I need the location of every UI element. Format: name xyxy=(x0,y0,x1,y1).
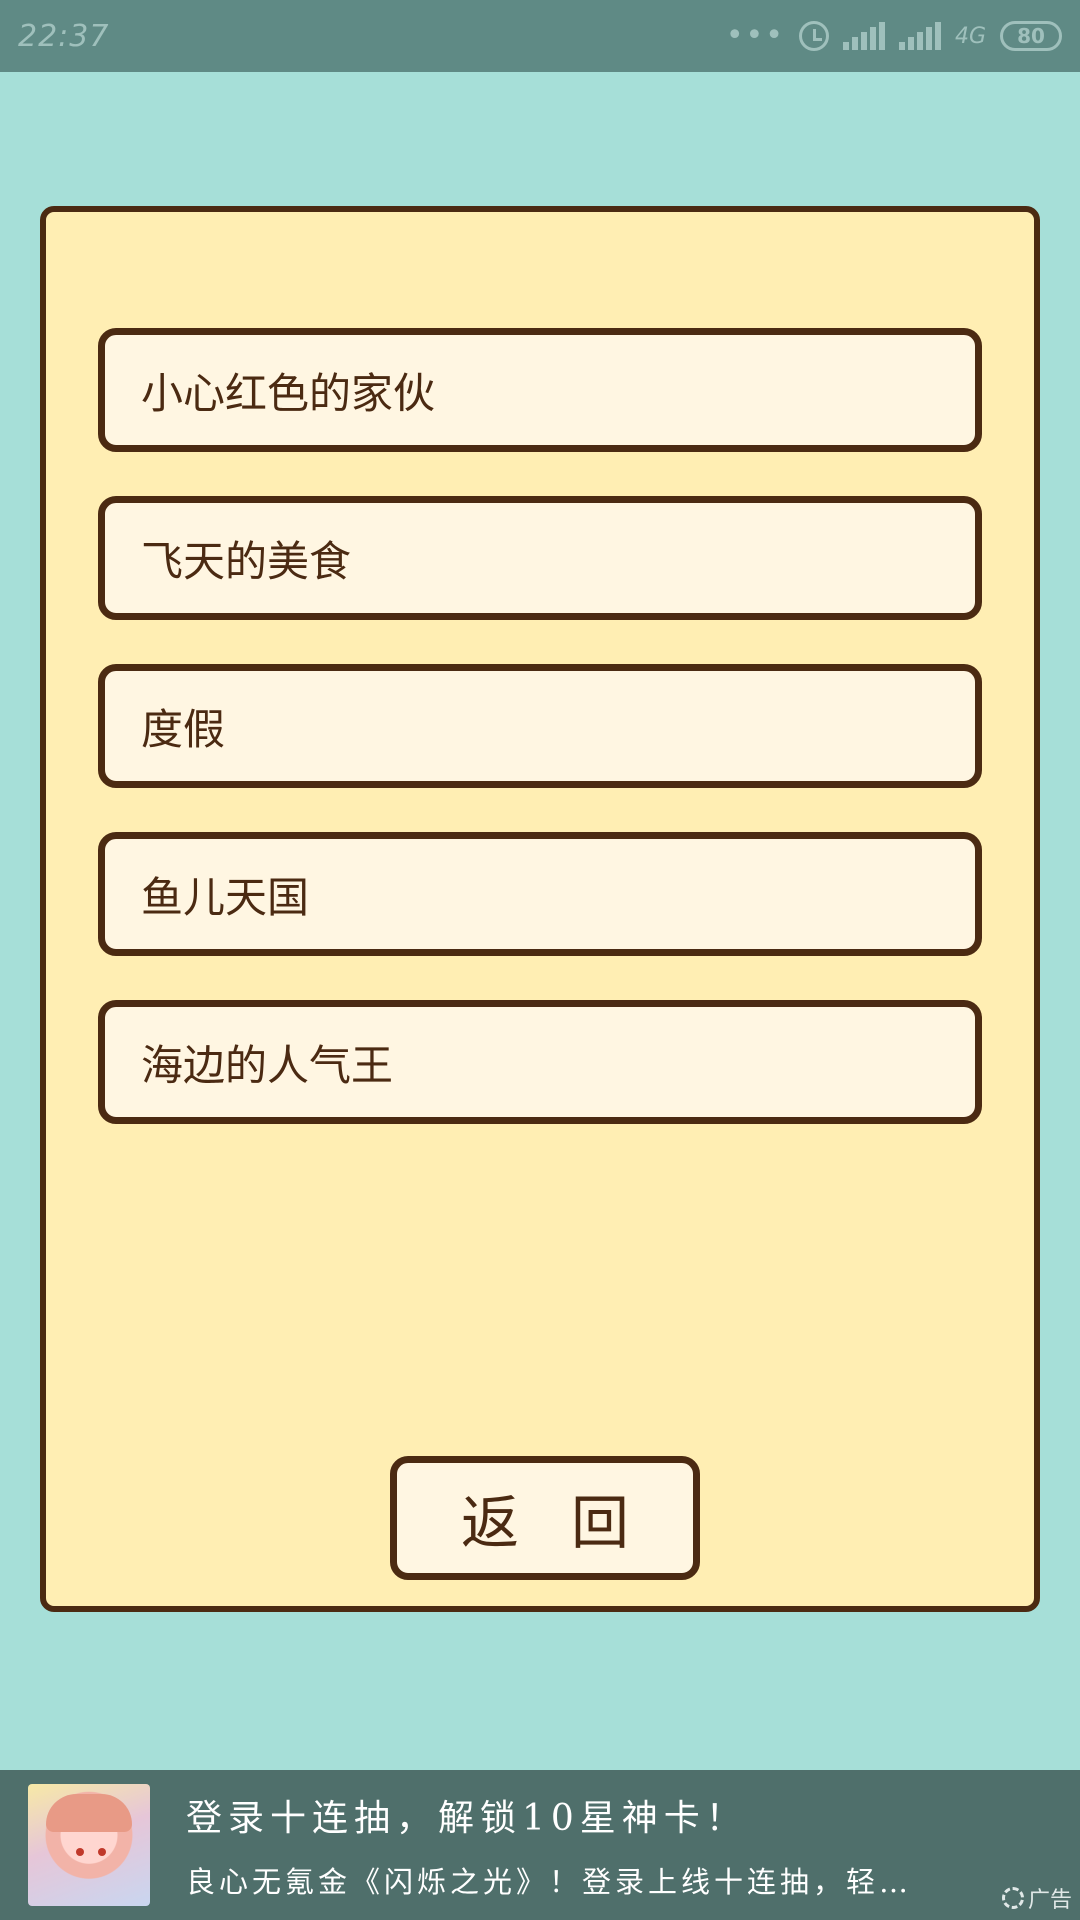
ad-title[interactable]: 登录十连抽，解锁10星神卡！ xyxy=(186,1789,912,1841)
ad-banner[interactable]: 登录十连抽，解锁10星神卡！ 良心无氪金《闪烁之光》！登录上线十连抽，轻… 广告 xyxy=(0,1770,1080,1920)
ad-label-text: 广告 xyxy=(1027,1888,1072,1913)
status-bar: 22:37 ••• 4G 80 xyxy=(0,0,1080,72)
level-button-3[interactable]: 度假 xyxy=(98,664,982,788)
level-button-1[interactable]: 小心红色的家伙 xyxy=(98,328,982,452)
alarm-clock-icon xyxy=(798,21,829,51)
level-button-4[interactable]: 鱼儿天国 xyxy=(98,832,982,956)
battery-icon: 80 xyxy=(1000,21,1062,51)
status-icons: ••• 4G 80 xyxy=(726,21,1062,51)
status-time: 22:37 xyxy=(18,18,110,54)
ad-description[interactable]: 良心无氪金《闪烁之光》！登录上线十连抽，轻… xyxy=(186,1859,912,1901)
level-select-panel: 小心红色的家伙 飞天的美食 度假 鱼儿天国 海边的人气王 返回 xyxy=(40,206,1040,1612)
ad-label: 广告 xyxy=(1001,1882,1072,1914)
network-type: 4G xyxy=(954,23,986,49)
back-button[interactable]: 返回 xyxy=(390,1456,700,1580)
signal-icon xyxy=(842,22,885,50)
more-dots-icon: ••• xyxy=(725,18,785,53)
ad-thumbnail-image[interactable] xyxy=(28,1784,150,1906)
level-button-2[interactable]: 飞天的美食 xyxy=(98,496,982,620)
level-button-5[interactable]: 海边的人气王 xyxy=(98,1000,982,1124)
signal-icon-2 xyxy=(898,22,941,50)
ad-gear-icon xyxy=(1001,1887,1024,1909)
ad-text[interactable]: 登录十连抽，解锁10星神卡！ 良心无氪金《闪烁之光》！登录上线十连抽，轻… xyxy=(186,1789,912,1901)
